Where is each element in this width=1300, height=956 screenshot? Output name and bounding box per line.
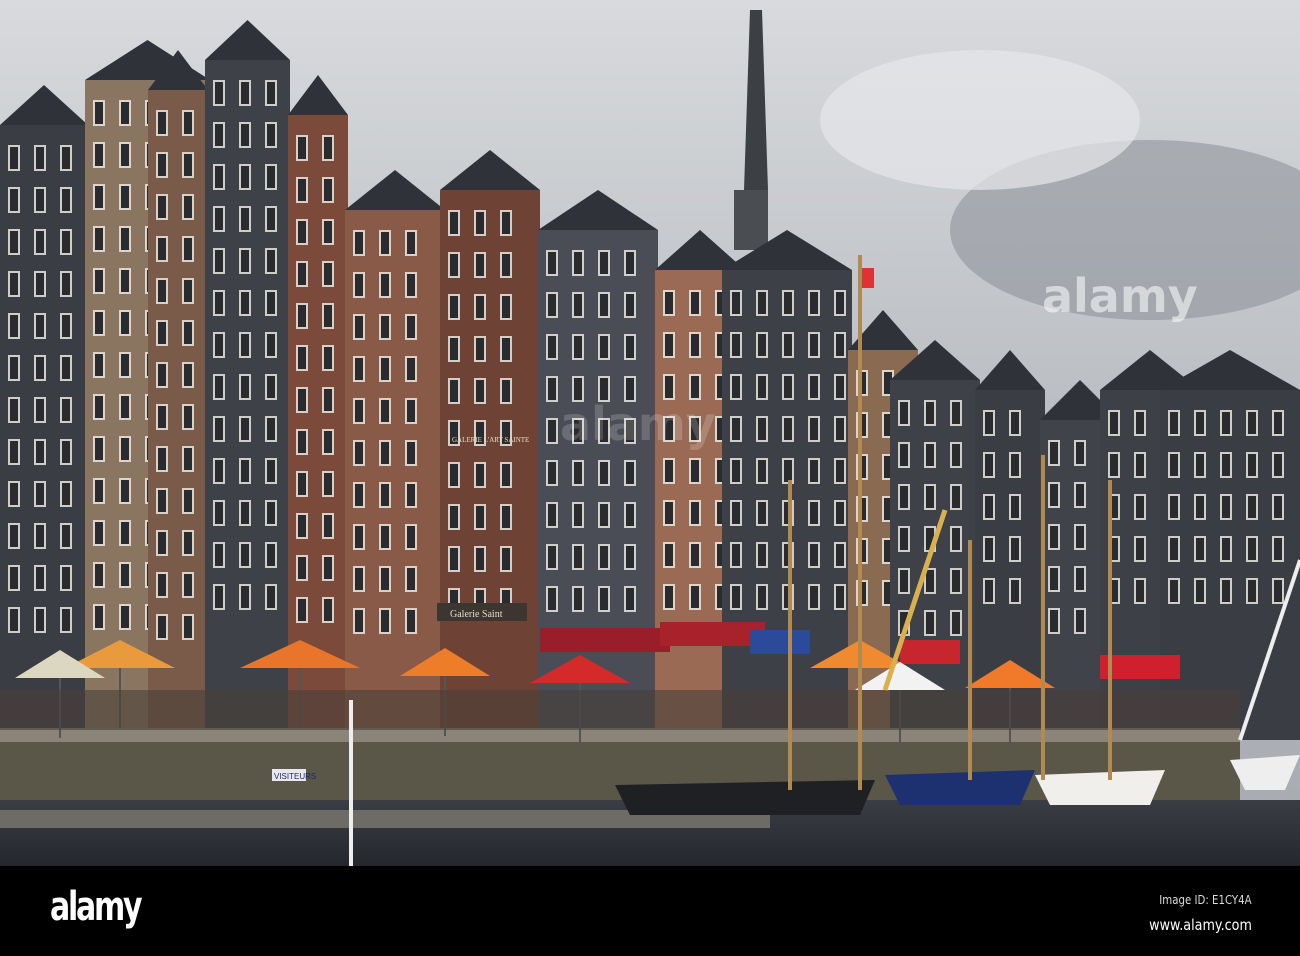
boat-hull bbox=[1035, 770, 1165, 805]
alamy-logo: alamy bbox=[50, 884, 143, 930]
flagpole bbox=[349, 700, 353, 866]
building bbox=[0, 85, 88, 740]
flag bbox=[862, 268, 874, 288]
harbor-photo: VISITEURS Galerie Saint GALERIE L'ART SA… bbox=[0, 0, 1300, 866]
image-id: Image ID: E1CY4A bbox=[1159, 893, 1252, 907]
building bbox=[538, 190, 658, 740]
awning bbox=[660, 622, 765, 646]
boat-hull bbox=[615, 780, 875, 815]
awning bbox=[900, 640, 960, 664]
awning bbox=[750, 630, 810, 654]
building bbox=[440, 150, 540, 740]
boat-hull bbox=[885, 770, 1035, 805]
building bbox=[148, 50, 208, 740]
watermark: alamy bbox=[1042, 269, 1198, 323]
building bbox=[1160, 350, 1300, 740]
building bbox=[205, 20, 290, 740]
visiteurs-sign: VISITEURS bbox=[274, 772, 316, 781]
galerie-sign: Galerie Saint bbox=[450, 609, 503, 620]
site-url[interactable]: www.alamy.com bbox=[1149, 916, 1252, 934]
building bbox=[345, 170, 445, 740]
footer-bar: alamy Image ID: E1CY4A www.alamy.com bbox=[0, 866, 1300, 956]
cafe-tables bbox=[0, 690, 1240, 730]
facade-sign: GALERIE L'ART SAINTE bbox=[452, 436, 529, 444]
awning bbox=[540, 628, 670, 652]
watermark-center: alamy bbox=[560, 397, 716, 451]
building bbox=[288, 75, 348, 740]
